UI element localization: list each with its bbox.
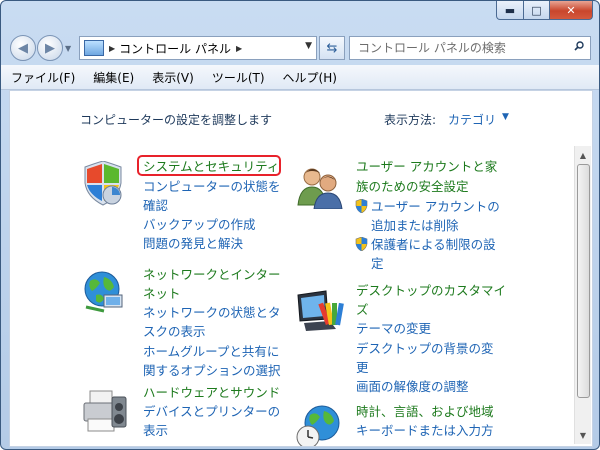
category-user-accounts[interactable]: ユーザー アカウントと家 bbox=[356, 157, 497, 176]
task-add-remove-accounts-cont[interactable]: 追加または削除 bbox=[371, 216, 459, 235]
search-box bbox=[349, 36, 591, 60]
close-button[interactable]: ✕ bbox=[550, 1, 593, 20]
menu-tools[interactable]: ツール(T) bbox=[202, 69, 273, 86]
page-heading: コンピューターの設定を調整します bbox=[80, 113, 273, 127]
breadcrumb-control-panel[interactable]: コントロール パネル bbox=[119, 40, 231, 57]
vertical-scrollbar[interactable]: ▲ ▼ bbox=[574, 146, 591, 444]
task-parental-controls-cont[interactable]: 定 bbox=[371, 254, 384, 273]
category-system-security[interactable]: システムとセキュリティ bbox=[143, 157, 279, 176]
breadcrumb-chevron-icon[interactable]: ▶ bbox=[236, 44, 242, 53]
title-bar[interactable]: ▬ □ ✕ bbox=[1, 1, 599, 31]
task-troubleshoot[interactable]: 問題の発見と解決 bbox=[143, 234, 243, 253]
uac-shield-icon bbox=[355, 237, 368, 251]
menu-bar: ファイル(F) 編集(E) 表示(V) ツール(T) ヘルプ(H) bbox=[1, 65, 599, 90]
task-view-devices-printers[interactable]: デバイスとプリンターの bbox=[143, 402, 280, 421]
recent-pages-dropdown[interactable]: ▼ bbox=[65, 44, 71, 53]
scrollbar-thumb[interactable] bbox=[577, 164, 590, 398]
task-change-keyboard-input[interactable]: キーボードまたは入力方 bbox=[356, 421, 494, 440]
clock-globe-icon[interactable] bbox=[296, 405, 344, 447]
arrow-left-icon: ◀ bbox=[18, 40, 28, 56]
category-network-internet[interactable]: ネットワークとインター bbox=[143, 265, 281, 284]
arrow-right-icon: ▶ bbox=[45, 40, 55, 56]
search-icon[interactable] bbox=[574, 41, 584, 51]
scroll-down-icon[interactable]: ▼ bbox=[575, 428, 591, 442]
menu-view[interactable]: 表示(V) bbox=[142, 69, 202, 86]
task-add-remove-accounts[interactable]: ユーザー アカウントの bbox=[371, 197, 500, 216]
task-check-computer-status-cont[interactable]: 確認 bbox=[143, 196, 168, 215]
view-by-label: 表示方法: bbox=[384, 113, 437, 127]
content-pane: コンピューターの設定を調整します 表示方法: カテゴリ ▼ システムとセキュリテ… bbox=[9, 90, 593, 447]
chevron-down-icon[interactable]: ▼ bbox=[502, 112, 509, 122]
refresh-icon: ⇆ bbox=[326, 40, 338, 56]
minimize-button[interactable]: ▬ bbox=[496, 1, 524, 20]
navigation-bar: ◀ ▶ ▼ ▶ コントロール パネル ▶ ▼ ⇆ bbox=[1, 31, 599, 65]
search-input[interactable] bbox=[356, 40, 565, 56]
task-homegroup-sharing-cont[interactable]: 関するオプションの選択 bbox=[143, 361, 281, 380]
scroll-up-icon[interactable]: ▲ bbox=[575, 148, 591, 162]
task-adjust-resolution[interactable]: 画面の解像度の調整 bbox=[356, 377, 469, 396]
category-clock-language-region[interactable]: 時計、言語、および地域 bbox=[356, 402, 494, 421]
breadcrumb-chevron-icon[interactable]: ▶ bbox=[109, 44, 115, 53]
address-dropdown-icon[interactable]: ▼ bbox=[305, 41, 312, 51]
task-network-status[interactable]: ネットワークの状態とタ bbox=[143, 303, 281, 322]
task-change-desktop-background[interactable]: デスクトップの背景の変 bbox=[356, 339, 494, 358]
category-appearance-cont[interactable]: ズ bbox=[356, 300, 369, 319]
system-security-shield-icon[interactable] bbox=[82, 161, 124, 207]
user-accounts-icon[interactable] bbox=[296, 165, 344, 209]
category-network-internet-cont[interactable]: ネット bbox=[143, 284, 181, 303]
back-button[interactable]: ◀ bbox=[10, 35, 36, 61]
category-appearance[interactable]: デスクトップのカスタマイ bbox=[356, 281, 506, 300]
menu-file[interactable]: ファイル(F) bbox=[1, 69, 83, 86]
task-check-computer-status[interactable]: コンピューターの状態を bbox=[143, 177, 281, 196]
refresh-button[interactable]: ⇆ bbox=[319, 36, 345, 60]
caption-buttons: ▬ □ ✕ bbox=[496, 1, 593, 20]
view-by-dropdown[interactable]: カテゴリ bbox=[448, 111, 496, 128]
category-user-accounts-cont[interactable]: 族のための安全設定 bbox=[356, 177, 469, 196]
network-globe-icon[interactable] bbox=[82, 269, 126, 315]
task-parental-controls[interactable]: 保護者による制限の設 bbox=[371, 235, 496, 254]
address-bar[interactable]: ▶ コントロール パネル ▶ ▼ bbox=[79, 36, 317, 60]
menu-edit[interactable]: 編集(E) bbox=[83, 69, 142, 86]
task-change-theme[interactable]: テーマの変更 bbox=[356, 319, 431, 338]
hardware-printer-icon[interactable] bbox=[82, 389, 128, 435]
maximize-button[interactable]: □ bbox=[524, 1, 550, 20]
task-homegroup-sharing[interactable]: ホームグループと共有に bbox=[143, 342, 279, 361]
control-panel-window: ▬ □ ✕ ◀ ▶ ▼ ▶ コントロール パネル ▶ ▼ ⇆ ファイル(F) 編… bbox=[0, 0, 600, 450]
appearance-monitor-icon[interactable] bbox=[296, 289, 344, 333]
task-change-desktop-background-cont[interactable]: 更 bbox=[356, 358, 369, 377]
uac-shield-icon bbox=[355, 199, 368, 213]
category-hardware-sound[interactable]: ハードウェアとサウンド bbox=[143, 383, 280, 402]
control-panel-icon bbox=[84, 40, 104, 56]
task-view-devices-printers-cont[interactable]: 表示 bbox=[143, 421, 168, 440]
task-network-status-cont[interactable]: スクの表示 bbox=[143, 322, 206, 341]
forward-button[interactable]: ▶ bbox=[37, 35, 63, 61]
task-create-backup[interactable]: バックアップの作成 bbox=[143, 215, 256, 234]
menu-help[interactable]: ヘルプ(H) bbox=[273, 69, 345, 86]
